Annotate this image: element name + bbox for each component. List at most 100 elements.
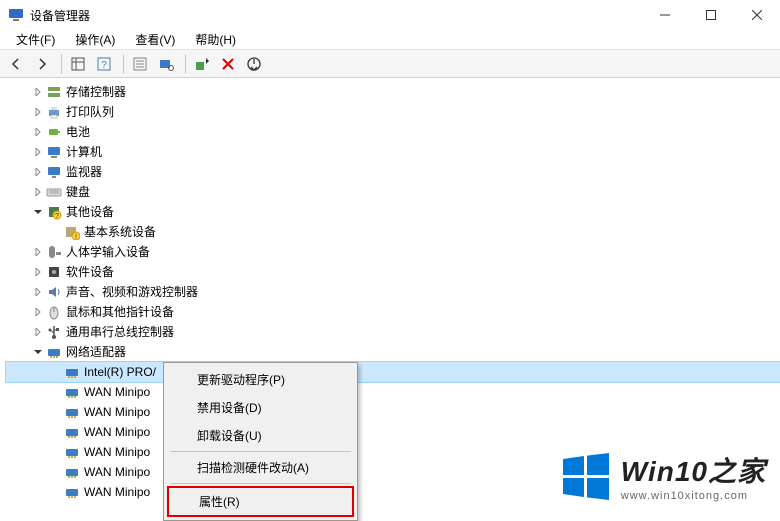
watermark-brand: Win10之家: [621, 450, 766, 490]
expand-arrow-icon[interactable]: [30, 264, 46, 280]
expand-arrow-icon[interactable]: [30, 164, 46, 180]
update-driver-button[interactable]: [190, 52, 214, 76]
tree-item-label: 存储控制器: [66, 82, 126, 102]
tree-item[interactable]: Intel(R) PRO/: [6, 362, 780, 382]
tree-item-label: 人体学输入设备: [66, 242, 150, 262]
tree-item[interactable]: 鼠标和其他指针设备: [6, 302, 780, 322]
tree-item[interactable]: 声音、视频和游戏控制器: [6, 282, 780, 302]
tree-item-label: 键盘: [66, 182, 90, 202]
context-menu-separator: [170, 451, 351, 452]
tree-item[interactable]: 软件设备: [6, 262, 780, 282]
show-hide-button[interactable]: [66, 52, 90, 76]
menu-bar: 文件(F) 操作(A) 查看(V) 帮助(H): [0, 30, 780, 50]
tree-item[interactable]: WAN Minipo: [6, 402, 780, 422]
scan-hardware-button[interactable]: [154, 52, 178, 76]
tree-item-label: 监视器: [66, 162, 102, 182]
tree-item-label: 鼠标和其他指针设备: [66, 302, 174, 322]
windows-logo-icon: [561, 451, 611, 501]
toolbar-separator: [122, 54, 124, 74]
expand-arrow-icon[interactable]: [30, 184, 46, 200]
tree-item[interactable]: 电池: [6, 122, 780, 142]
context-menu: 更新驱动程序(P)禁用设备(D)卸载设备(U) 扫描检测硬件改动(A) 属性(R): [163, 362, 358, 521]
tree-item[interactable]: 网络适配器: [6, 342, 780, 362]
tree-item-label: WAN Minipo: [84, 482, 150, 502]
window-title: 设备管理器: [30, 7, 642, 24]
tree-item[interactable]: 人体学输入设备: [6, 242, 780, 262]
tree-item[interactable]: WAN Minipo: [6, 382, 780, 402]
tree-item-label: 通用串行总线控制器: [66, 322, 174, 342]
expand-arrow-icon[interactable]: [30, 304, 46, 320]
tree-item-label: 打印队列: [66, 102, 114, 122]
tree-item-label: 声音、视频和游戏控制器: [66, 282, 198, 302]
title-bar: 设备管理器: [0, 0, 780, 30]
uninstall-button[interactable]: [216, 52, 240, 76]
expand-arrow-icon[interactable]: [30, 244, 46, 260]
tree-item-label: WAN Minipo: [84, 442, 150, 462]
tree-item[interactable]: 键盘: [6, 182, 780, 202]
tree-item-label: WAN Minipo: [84, 462, 150, 482]
expand-arrow-icon[interactable]: [30, 344, 46, 360]
app-icon: [8, 7, 24, 23]
context-menu-item[interactable]: 属性(R): [167, 486, 354, 517]
expand-arrow-icon: [48, 224, 64, 240]
toolbar: ?: [0, 50, 780, 78]
expand-arrow-icon[interactable]: [30, 204, 46, 220]
expand-arrow-icon: [48, 424, 64, 440]
expand-arrow-icon: [48, 364, 64, 380]
tree-item[interactable]: 存储控制器: [6, 82, 780, 102]
tree-item-label: 网络适配器: [66, 342, 126, 362]
svg-text:?: ?: [101, 60, 107, 71]
minimize-button[interactable]: [642, 0, 688, 30]
toolbar-separator: [184, 54, 186, 74]
menu-help[interactable]: 帮助(H): [185, 29, 246, 50]
tree-item-label: WAN Minipo: [84, 422, 150, 442]
context-menu-item[interactable]: 扫描检测硬件改动(A): [167, 454, 354, 481]
properties-button[interactable]: [128, 52, 152, 76]
back-button[interactable]: [4, 52, 28, 76]
expand-arrow-icon[interactable]: [30, 144, 46, 160]
expand-arrow-icon: [48, 464, 64, 480]
tree-item[interactable]: 打印队列: [6, 102, 780, 122]
expand-arrow-icon[interactable]: [30, 84, 46, 100]
tree-item[interactable]: 监视器: [6, 162, 780, 182]
forward-button[interactable]: [30, 52, 54, 76]
device-tree[interactable]: 存储控制器打印队列电池计算机监视器键盘? 其他设备! 基本系统设备人体学输入设备软件…: [0, 78, 780, 508]
tree-item[interactable]: 计算机: [6, 142, 780, 162]
tree-item-label: 其他设备: [66, 202, 114, 222]
expand-arrow-icon[interactable]: [30, 324, 46, 340]
tree-item[interactable]: WAN Minipo: [6, 422, 780, 442]
disable-button[interactable]: [242, 52, 266, 76]
expand-arrow-icon: [48, 444, 64, 460]
tree-item-label: WAN Minipo: [84, 382, 150, 402]
expand-arrow-icon: [48, 384, 64, 400]
context-menu-item[interactable]: 禁用设备(D): [167, 394, 354, 421]
tree-item[interactable]: 通用串行总线控制器: [6, 322, 780, 342]
watermark: Win10之家 www.win10xitong.com: [561, 450, 766, 502]
svg-text:!: !: [75, 234, 77, 240]
tree-item[interactable]: ? 其他设备: [6, 202, 780, 222]
tree-item-label: Intel(R) PRO/: [84, 362, 156, 382]
tree-item-label: 电池: [66, 122, 90, 142]
menu-view[interactable]: 查看(V): [125, 29, 185, 50]
expand-arrow-icon[interactable]: [30, 284, 46, 300]
tree-item[interactable]: ! 基本系统设备: [6, 222, 780, 242]
context-menu-item[interactable]: 卸载设备(U): [167, 422, 354, 449]
close-button[interactable]: [734, 0, 780, 30]
watermark-url: www.win10xitong.com: [621, 490, 766, 502]
context-menu-item[interactable]: 更新驱动程序(P): [167, 366, 354, 393]
tree-item-label: 基本系统设备: [84, 222, 156, 242]
help-button[interactable]: ?: [92, 52, 116, 76]
tree-item-label: 软件设备: [66, 262, 114, 282]
menu-action[interactable]: 操作(A): [65, 29, 125, 50]
expand-arrow-icon: [48, 404, 64, 420]
toolbar-separator: [60, 54, 62, 74]
expand-arrow-icon[interactable]: [30, 124, 46, 140]
tree-item-label: WAN Minipo: [84, 402, 150, 422]
maximize-button[interactable]: [688, 0, 734, 30]
expand-arrow-icon: [48, 484, 64, 500]
menu-file[interactable]: 文件(F): [6, 29, 65, 50]
tree-item-label: 计算机: [66, 142, 102, 162]
context-menu-separator: [170, 483, 351, 484]
expand-arrow-icon[interactable]: [30, 104, 46, 120]
svg-text:?: ?: [55, 213, 59, 220]
